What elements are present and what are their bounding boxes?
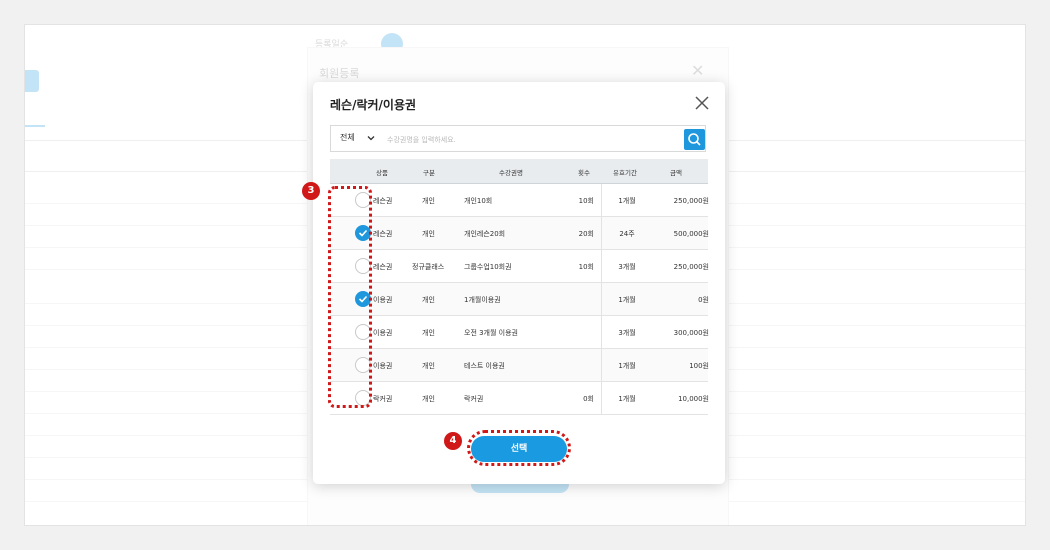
cell-division: 개인	[422, 296, 435, 304]
cell-price: 10,000원	[678, 395, 709, 403]
cell-type: 이용권	[373, 329, 393, 337]
step-3-badge: 3	[302, 182, 320, 200]
close-icon[interactable]	[693, 94, 711, 112]
cell-price: 250,000원	[673, 197, 709, 205]
cell-type: 이용권	[373, 296, 393, 304]
cell-type: 락커권	[373, 395, 393, 403]
cell-price: 0원	[698, 296, 709, 304]
cell-name: 개인레슨20회	[464, 230, 506, 238]
table-row[interactable]: 레슨권 개인 개인10회 10회 1개월 250,000원	[330, 184, 709, 217]
header-name: 수강권명	[499, 169, 523, 177]
cell-name: 테스트 이용권	[464, 362, 505, 370]
cell-name: 락커권	[464, 395, 484, 403]
search-input[interactable]	[385, 129, 679, 150]
cell-count: 10회	[578, 263, 594, 271]
column-divider	[601, 217, 602, 249]
table-row[interactable]: 이용권 개인 1개월이용권 1개월 0원	[330, 283, 709, 316]
cell-count: 20회	[578, 230, 594, 238]
cell-division: 개인	[422, 395, 435, 403]
cell-count: 10회	[578, 197, 594, 205]
header-division: 구분	[423, 169, 435, 177]
cell-name: 개인10회	[464, 197, 493, 205]
filter-select[interactable]: 전체	[340, 132, 355, 143]
bg-register-modal-title: 회원등록	[319, 67, 360, 80]
search-button[interactable]	[684, 129, 705, 150]
cell-price: 250,000원	[673, 263, 709, 271]
step-4-badge: 4	[444, 432, 462, 450]
cell-type: 레슨권	[373, 197, 393, 205]
radio-column-highlight	[328, 186, 372, 408]
table-row[interactable]: 락커권 개인 락커권 0회 1개월 10,000원	[330, 382, 709, 415]
cell-type: 레슨권	[373, 263, 393, 271]
cell-period: 1개월	[618, 197, 636, 205]
cell-name: 1개월이용권	[464, 296, 501, 304]
bg-close-icon: ✕	[691, 61, 705, 80]
cell-period: 3개월	[618, 329, 636, 337]
cell-price: 100원	[689, 362, 709, 370]
column-divider	[601, 382, 602, 414]
cell-division: 개인	[422, 329, 435, 337]
column-divider	[601, 250, 602, 282]
cell-name: 그룹수업10회권	[464, 263, 512, 271]
table-row[interactable]: 이용권 개인 테스트 이용권 1개월 100원	[330, 349, 709, 382]
cell-division: 정규클래스	[412, 263, 445, 271]
cell-price: 500,000원	[673, 230, 709, 238]
header-price: 금액	[670, 169, 682, 177]
column-divider	[601, 184, 602, 216]
cell-division: 개인	[422, 230, 435, 238]
cell-division: 개인	[422, 197, 435, 205]
table-header: 상품 구분 수강권명 횟수 유효기간 금액	[330, 159, 708, 184]
column-divider	[601, 349, 602, 381]
header-type: 상품	[376, 169, 388, 177]
column-divider	[601, 316, 602, 348]
search-bar: 전체	[330, 125, 706, 152]
cell-period: 1개월	[618, 395, 636, 403]
bg-tab-underline	[25, 125, 45, 127]
cell-period: 1개월	[618, 362, 636, 370]
table-row[interactable]: 레슨권 개인 개인레슨20회 20회 24주 500,000원	[330, 217, 709, 250]
cell-division: 개인	[422, 362, 435, 370]
lesson-locker-pass-modal: 레슨/락커/이용권 전체 상품 구분 수강권명 횟수 유효기간 금액 레슨권 개…	[313, 82, 725, 484]
search-icon	[688, 133, 701, 146]
chevron-down-icon[interactable]	[367, 134, 375, 142]
bg-button	[25, 70, 39, 92]
cell-period: 24주	[619, 230, 635, 238]
cell-price: 300,000원	[673, 329, 709, 337]
header-period: 유효기간	[613, 169, 637, 177]
table-row[interactable]: 레슨권 정규클래스 그룹수업10회권 10회 3개월 250,000원	[330, 250, 709, 283]
table-row[interactable]: 이용권 개인 오전 3개월 이용권 3개월 300,000원	[330, 316, 709, 349]
select-button-highlight	[467, 430, 571, 466]
cell-period: 3개월	[618, 263, 636, 271]
modal-title: 레슨/락커/이용권	[330, 98, 417, 112]
cell-period: 1개월	[618, 296, 636, 304]
cell-count: 0회	[583, 395, 594, 403]
column-divider	[601, 283, 602, 315]
header-count: 횟수	[578, 169, 590, 177]
cell-type: 이용권	[373, 362, 393, 370]
cell-type: 레슨권	[373, 230, 393, 238]
cell-name: 오전 3개월 이용권	[464, 329, 518, 337]
